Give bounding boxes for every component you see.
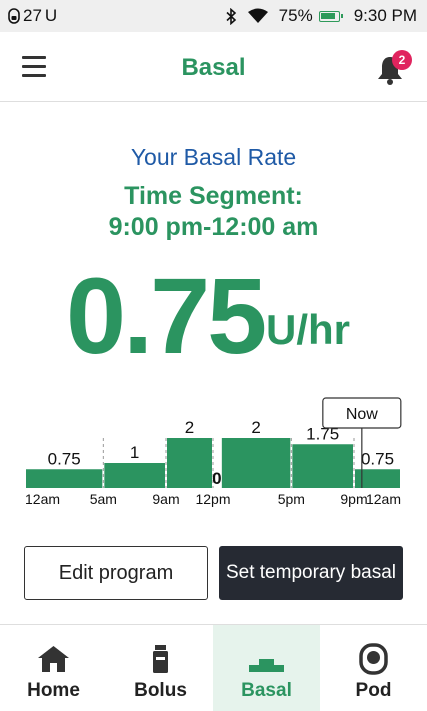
tick-label: 5am: [90, 491, 117, 507]
bar-value-label: 1: [130, 443, 139, 462]
basal-bar: [221, 438, 291, 488]
insulin-unit: U: [44, 6, 58, 25]
battery-percent: 75%: [278, 6, 313, 25]
nav-home[interactable]: Home: [0, 625, 107, 711]
bar-value-label: 0.75: [48, 449, 81, 468]
tick-label: 12am: [366, 491, 401, 507]
basal-rate-value: 0.75: [66, 255, 267, 376]
nav-bolus-label: Bolus: [134, 680, 187, 701]
basal-bar: [26, 469, 103, 488]
nav-basal-label: Basal: [241, 680, 292, 701]
app-header: Basal 2: [0, 32, 427, 102]
now-marker-label: Now: [346, 406, 378, 423]
status-left: 27 U: [8, 6, 57, 26]
bolus-vial-icon: [153, 645, 168, 673]
tick-label: 9pm: [340, 491, 367, 507]
bar-value-label: 2: [251, 418, 260, 437]
basal-steps-icon: [249, 659, 284, 672]
tick-label: 12pm: [195, 491, 230, 507]
notification-badge: 2: [392, 50, 412, 70]
wifi-icon: [247, 8, 268, 23]
time-segment-range: 9:00 pm-12:00 am: [108, 213, 319, 241]
basal-bar: [292, 444, 353, 488]
bottom-nav: Home Bolus Basal Pod: [0, 624, 427, 711]
nav-home-label: Home: [27, 680, 80, 701]
bar-value-label: 2: [185, 418, 194, 437]
pod-reservoir-icon: [8, 8, 20, 24]
basal-bar: [104, 463, 165, 488]
edit-program-button[interactable]: Edit program: [24, 546, 208, 600]
nav-pod-label: Pod: [355, 680, 392, 701]
nav-basal[interactable]: Basal: [213, 625, 320, 711]
basal-schedule-chart: 0.75 1202 1.750.7512am 5am 9am 12pm 5pm 9pm12am…: [25, 397, 402, 507]
tick-label: 9am: [152, 491, 179, 507]
tick-label: 5pm: [278, 491, 305, 507]
nav-bolus[interactable]: Bolus: [107, 625, 214, 711]
pod-icon: [359, 643, 388, 675]
basal-rate-label: Your Basal Rate: [130, 144, 297, 170]
notifications-button[interactable]: 2: [375, 50, 412, 86]
clock: 9:30 PM: [353, 6, 417, 25]
page-title: Basal: [181, 54, 246, 81]
insulin-remaining: 27: [23, 6, 42, 25]
status-bar: 27 U 75% 9:30 PM: [0, 0, 427, 32]
basal-rate-unit: U/hr: [266, 306, 350, 353]
basal-bar: [167, 438, 212, 488]
bar-value-label: 0: [212, 469, 221, 488]
set-temporary-basal-button[interactable]: Set temporary basal: [219, 546, 403, 600]
bluetooth-icon: [226, 7, 236, 25]
nav-pod[interactable]: Pod: [320, 625, 427, 711]
tick-label: 12am: [25, 491, 60, 507]
status-right: 75% 9:30 PM: [215, 6, 417, 26]
time-segment-title: Time Segment:: [124, 182, 303, 210]
bar-value-label: 0.75: [361, 449, 394, 468]
home-icon: [38, 646, 69, 672]
battery-icon: [318, 10, 343, 22]
